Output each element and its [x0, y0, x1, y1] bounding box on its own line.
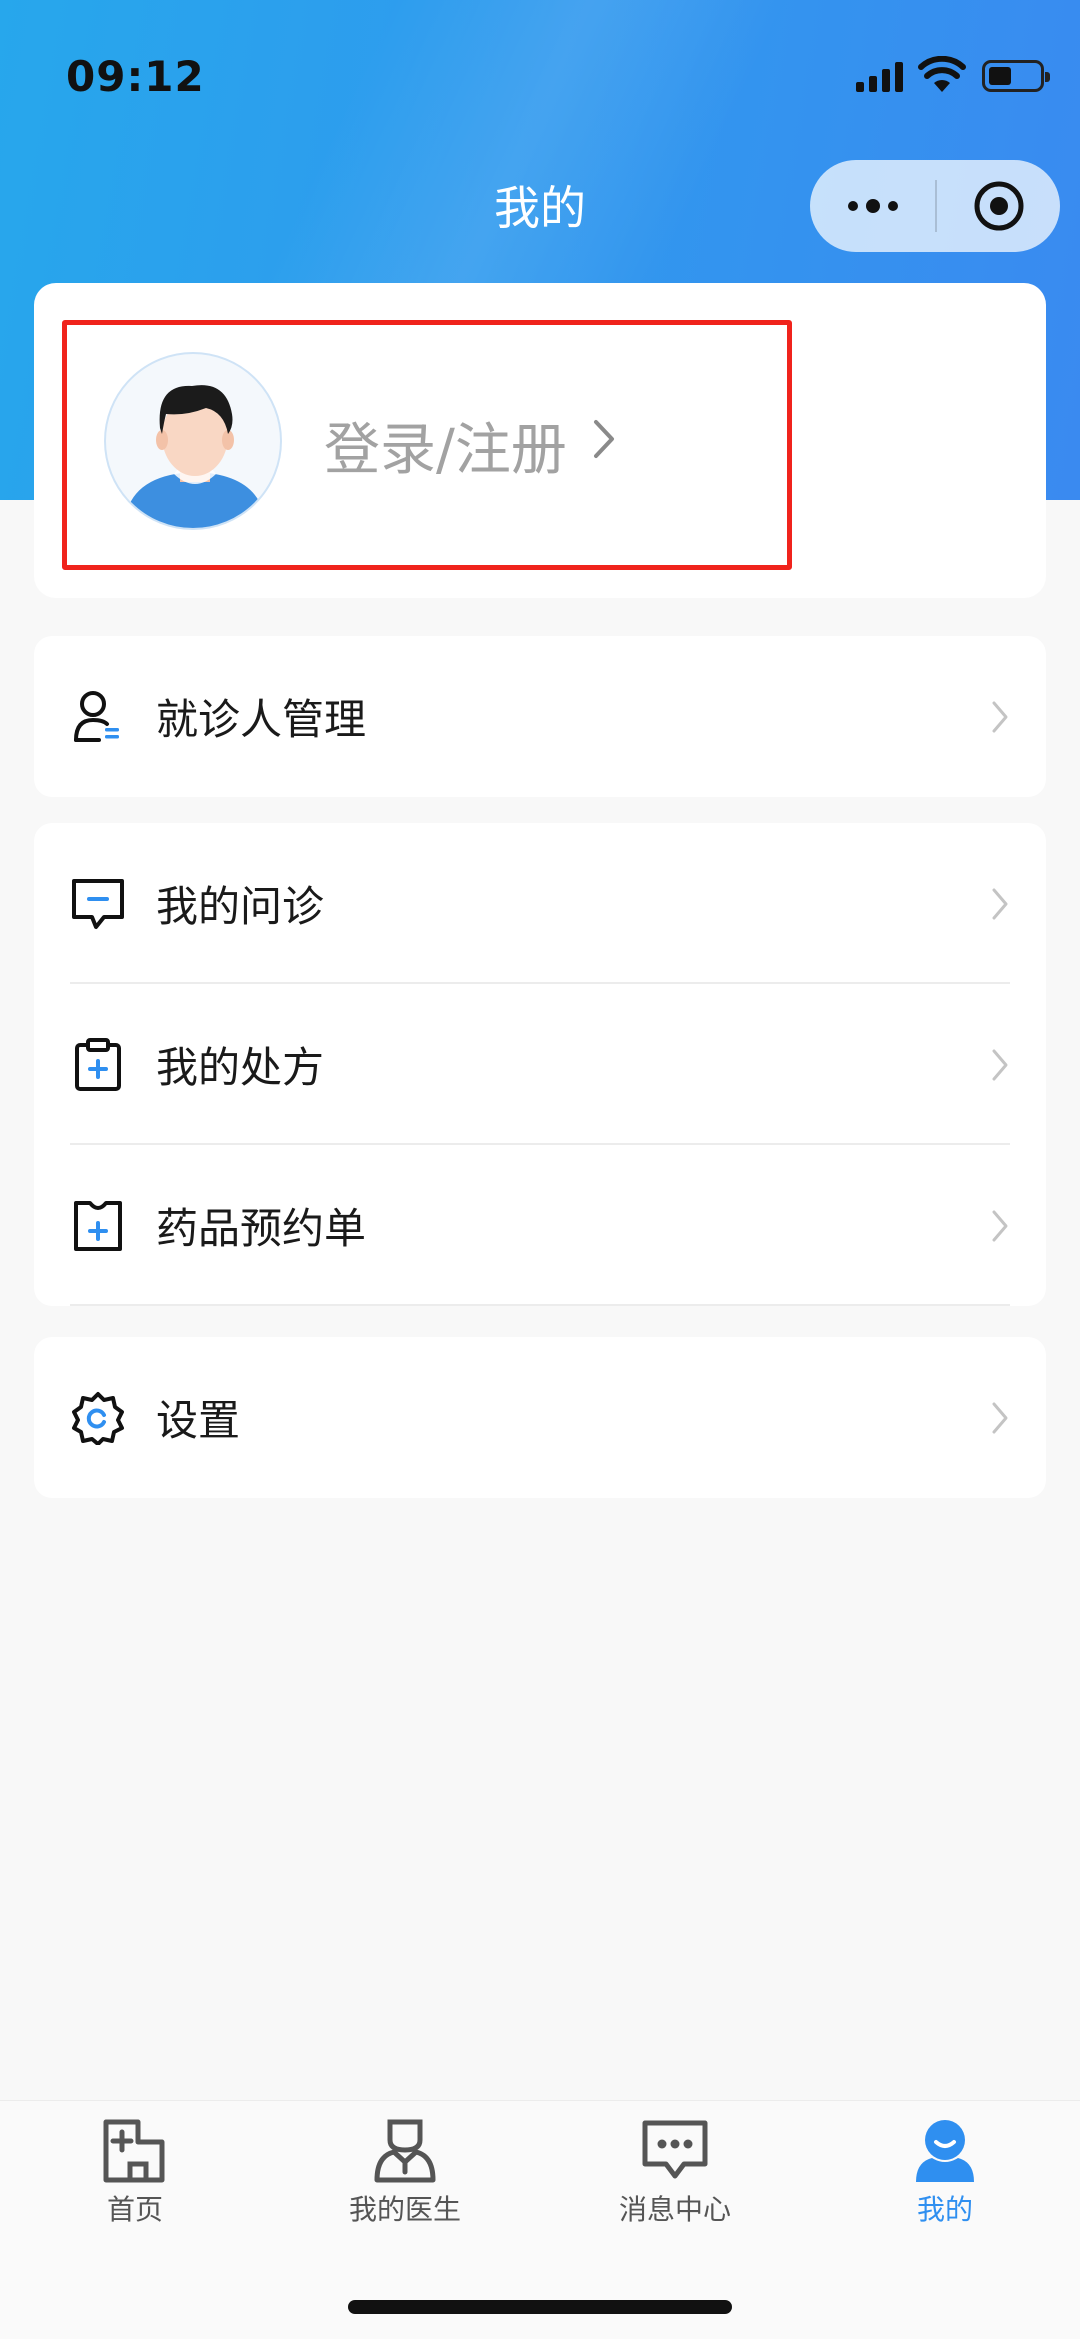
medicine-order-icon	[70, 1198, 126, 1254]
tab-label: 消息中心	[618, 2193, 731, 2226]
tab-label: 首页	[106, 2193, 163, 2226]
consultation-icon	[70, 876, 126, 932]
home-icon	[103, 2119, 165, 2183]
profile-icon	[916, 2120, 974, 2182]
menu-label: 设置	[156, 1396, 241, 1445]
tab-home[interactable]: 首页	[0, 2118, 270, 2228]
more-options-icon[interactable]	[810, 199, 935, 213]
tab-message-center[interactable]: 消息中心	[540, 2118, 810, 2228]
status-bar: 09:12	[0, 0, 1080, 150]
settings-icon	[70, 1390, 126, 1446]
cellular-signal-icon	[856, 60, 903, 92]
menu-group-patients: 就诊人管理	[34, 636, 1046, 797]
menu-label: 我的问诊	[156, 882, 325, 931]
message-icon	[642, 2120, 708, 2179]
menu-label: 我的处方	[156, 1043, 325, 1092]
close-miniprogram-icon[interactable]	[937, 180, 1060, 232]
menu-group-settings: 设置	[34, 1337, 1046, 1498]
chevron-right-icon	[594, 420, 614, 458]
menu-group-records: 我的问诊 我的处方 药品预约单	[34, 823, 1046, 1306]
menu-item-my-prescription[interactable]: 我的处方	[34, 984, 1046, 1145]
menu-label: 药品预约单	[156, 1204, 367, 1253]
menu-item-settings[interactable]: 设置	[34, 1337, 1046, 1498]
status-time: 09:12	[66, 52, 205, 101]
menu-item-my-consultation[interactable]: 我的问诊	[34, 823, 1046, 984]
wifi-icon	[918, 56, 966, 92]
mini-program-capsule	[810, 160, 1060, 252]
chevron-right-icon	[992, 1049, 1008, 1080]
menu-divider	[70, 1304, 1010, 1306]
chevron-right-icon	[992, 1210, 1008, 1241]
battery-icon	[982, 60, 1050, 92]
menu-label: 就诊人管理	[156, 695, 367, 744]
home-indicator[interactable]	[348, 2300, 732, 2314]
tab-my-doctor[interactable]: 我的医生	[270, 2118, 540, 2228]
tab-label: 我的	[916, 2193, 973, 2226]
chevron-right-icon	[992, 1402, 1008, 1433]
prescription-icon	[70, 1037, 126, 1093]
avatar[interactable]	[104, 352, 282, 530]
tab-profile[interactable]: 我的	[810, 2118, 1080, 2228]
doctor-icon	[374, 2119, 436, 2183]
menu-item-patient-management[interactable]: 就诊人管理	[34, 636, 1046, 797]
patient-manage-icon	[70, 689, 126, 745]
chevron-right-icon	[992, 888, 1008, 919]
menu-item-medicine-order[interactable]: 药品预约单	[34, 1145, 1046, 1306]
login-register-link[interactable]: 登录/注册	[324, 405, 567, 486]
chevron-right-icon	[992, 701, 1008, 732]
tab-label: 我的医生	[348, 2193, 461, 2226]
